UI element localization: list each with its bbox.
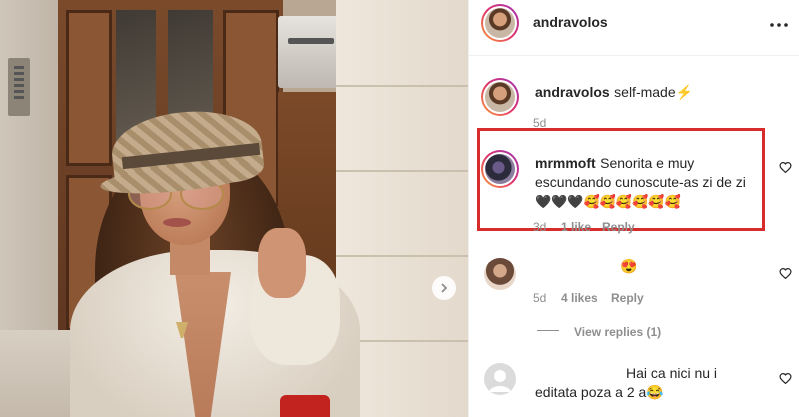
- chevron-right-icon: [441, 283, 448, 293]
- caption-text: self-made⚡: [614, 84, 694, 100]
- like-comment-button[interactable]: [778, 267, 792, 281]
- default-avatar-icon: [489, 370, 511, 392]
- heart-outline-icon: [778, 162, 792, 174]
- red-bag: [280, 395, 330, 417]
- comment-text-line1: Senorita e muy: [600, 155, 695, 171]
- comment-text-line2: escundando cunoscute-as zi de zi: [535, 174, 746, 190]
- more-options-icon: [770, 23, 788, 27]
- next-photo-button[interactable]: [432, 276, 456, 300]
- like-comment-button[interactable]: [778, 372, 792, 386]
- comment-text-line1: Hai ca nici nu i: [626, 365, 718, 381]
- comment-likes[interactable]: 4 likes: [561, 291, 598, 305]
- like-comment-button[interactable]: [778, 161, 792, 175]
- comment-text-line2: editata poza a 2 a😂: [535, 384, 664, 400]
- more-options-button[interactable]: [767, 13, 791, 37]
- view-replies-button[interactable]: View replies (1): [574, 325, 661, 339]
- comment-reply-button[interactable]: Reply: [602, 220, 635, 234]
- author-avatar[interactable]: [481, 4, 519, 42]
- hand: [258, 228, 306, 298]
- comments-panel: andravolos andravolos self-made⚡ 5d mrmm…: [468, 0, 799, 417]
- post-header: andravolos: [469, 0, 799, 56]
- caption-avatar[interactable]: [481, 78, 519, 116]
- caption-username[interactable]: andravolos: [535, 84, 610, 100]
- mailbox: [278, 16, 344, 88]
- post-photo: [0, 0, 468, 417]
- intercom: [8, 58, 30, 116]
- comment-username[interactable]: mrmmoft: [535, 155, 596, 171]
- comment-avatar[interactable]: [481, 150, 519, 188]
- author-username[interactable]: andravolos: [533, 14, 608, 30]
- comment-reply-button[interactable]: Reply: [611, 291, 644, 305]
- comment-time[interactable]: 5d: [533, 291, 546, 305]
- comment-avatar[interactable]: [484, 363, 516, 395]
- replies-divider: [537, 330, 559, 331]
- heart-outline-icon: [778, 373, 792, 385]
- comment-time[interactable]: 3d: [533, 220, 546, 234]
- comment-text-line3: 🖤🖤🖤🥰🥰🥰🥰🥰🥰: [535, 194, 681, 209]
- comment-text: 😍: [620, 258, 638, 274]
- heart-outline-icon: [778, 268, 792, 280]
- comment-likes[interactable]: 1 like: [561, 220, 591, 234]
- comment-avatar[interactable]: [484, 258, 516, 290]
